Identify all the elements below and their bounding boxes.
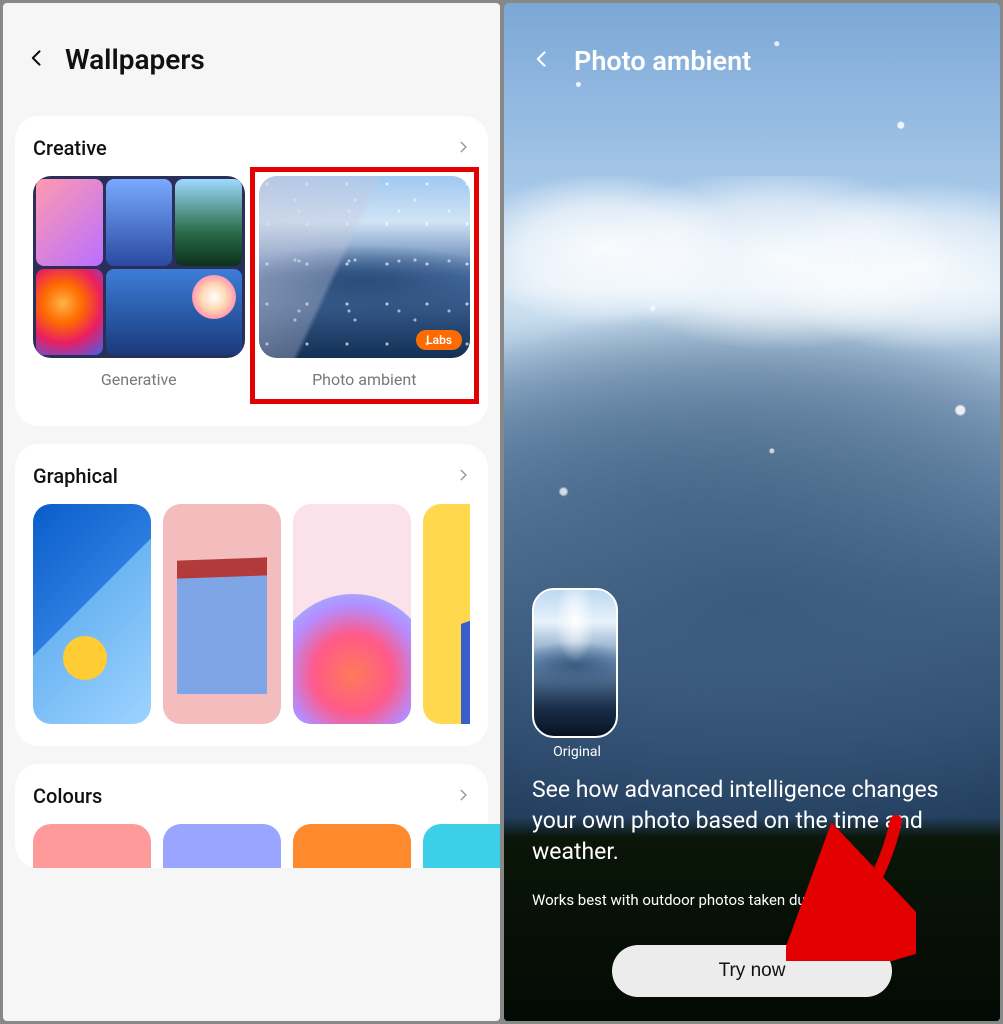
card-label: Generative (33, 370, 245, 389)
wallpaper-card-generative[interactable]: Generative (33, 176, 245, 404)
chevron-right-icon (456, 787, 470, 806)
back-icon[interactable] (27, 48, 47, 72)
graphical-thumb[interactable] (33, 504, 151, 724)
chevron-right-icon (456, 139, 470, 158)
subtext: Works best with outdoor photos taken dur… (532, 891, 972, 909)
chevron-right-icon (456, 467, 470, 486)
right-content: Original See how advanced intelligence c… (532, 588, 972, 997)
section-title: Graphical (33, 464, 118, 488)
graphical-thumb[interactable] (423, 504, 470, 724)
page-title: Photo ambient (574, 45, 751, 77)
wallpapers-screen: Wallpapers Creative Generative L (3, 3, 500, 1021)
try-now-button[interactable]: Try now (612, 945, 892, 997)
section-graphical: Graphical (15, 444, 488, 746)
photo-ambient-thumb: Labs (259, 176, 471, 358)
generative-thumb (33, 176, 245, 358)
graphical-thumb[interactable] (293, 504, 411, 724)
colour-swatch[interactable] (163, 824, 281, 868)
graphical-thumb[interactable] (163, 504, 281, 724)
colour-swatch[interactable] (423, 824, 500, 868)
original-label: Original (532, 744, 622, 760)
headline-text: See how advanced intelligence changes yo… (532, 774, 972, 867)
right-header: Photo ambient (504, 3, 1000, 119)
creative-row: Generative Labs Photo ambient (33, 176, 470, 404)
section-colours: Colours (15, 764, 488, 868)
labs-badge: Labs (416, 330, 462, 350)
back-icon[interactable] (532, 49, 552, 73)
section-title: Creative (33, 136, 107, 160)
wallpaper-card-photo-ambient[interactable]: Labs Photo ambient (250, 167, 480, 404)
section-title: Colours (33, 784, 102, 808)
section-creative: Creative Generative Labs Photo ambie (15, 116, 488, 426)
original-thumb (532, 588, 618, 738)
page-title: Wallpapers (65, 43, 205, 76)
photo-ambient-screen: Photo ambient Original See how advanced … (504, 3, 1000, 1021)
colour-swatch[interactable] (33, 824, 151, 868)
section-head-colours[interactable]: Colours (33, 784, 470, 808)
section-head-creative[interactable]: Creative (33, 136, 470, 160)
section-head-graphical[interactable]: Graphical (33, 464, 470, 488)
card-label: Photo ambient (259, 370, 471, 389)
colours-row (33, 824, 470, 868)
original-preview[interactable]: Original (532, 588, 972, 760)
graphical-row (33, 504, 470, 724)
left-header: Wallpapers (3, 3, 500, 116)
colour-swatch[interactable] (293, 824, 411, 868)
